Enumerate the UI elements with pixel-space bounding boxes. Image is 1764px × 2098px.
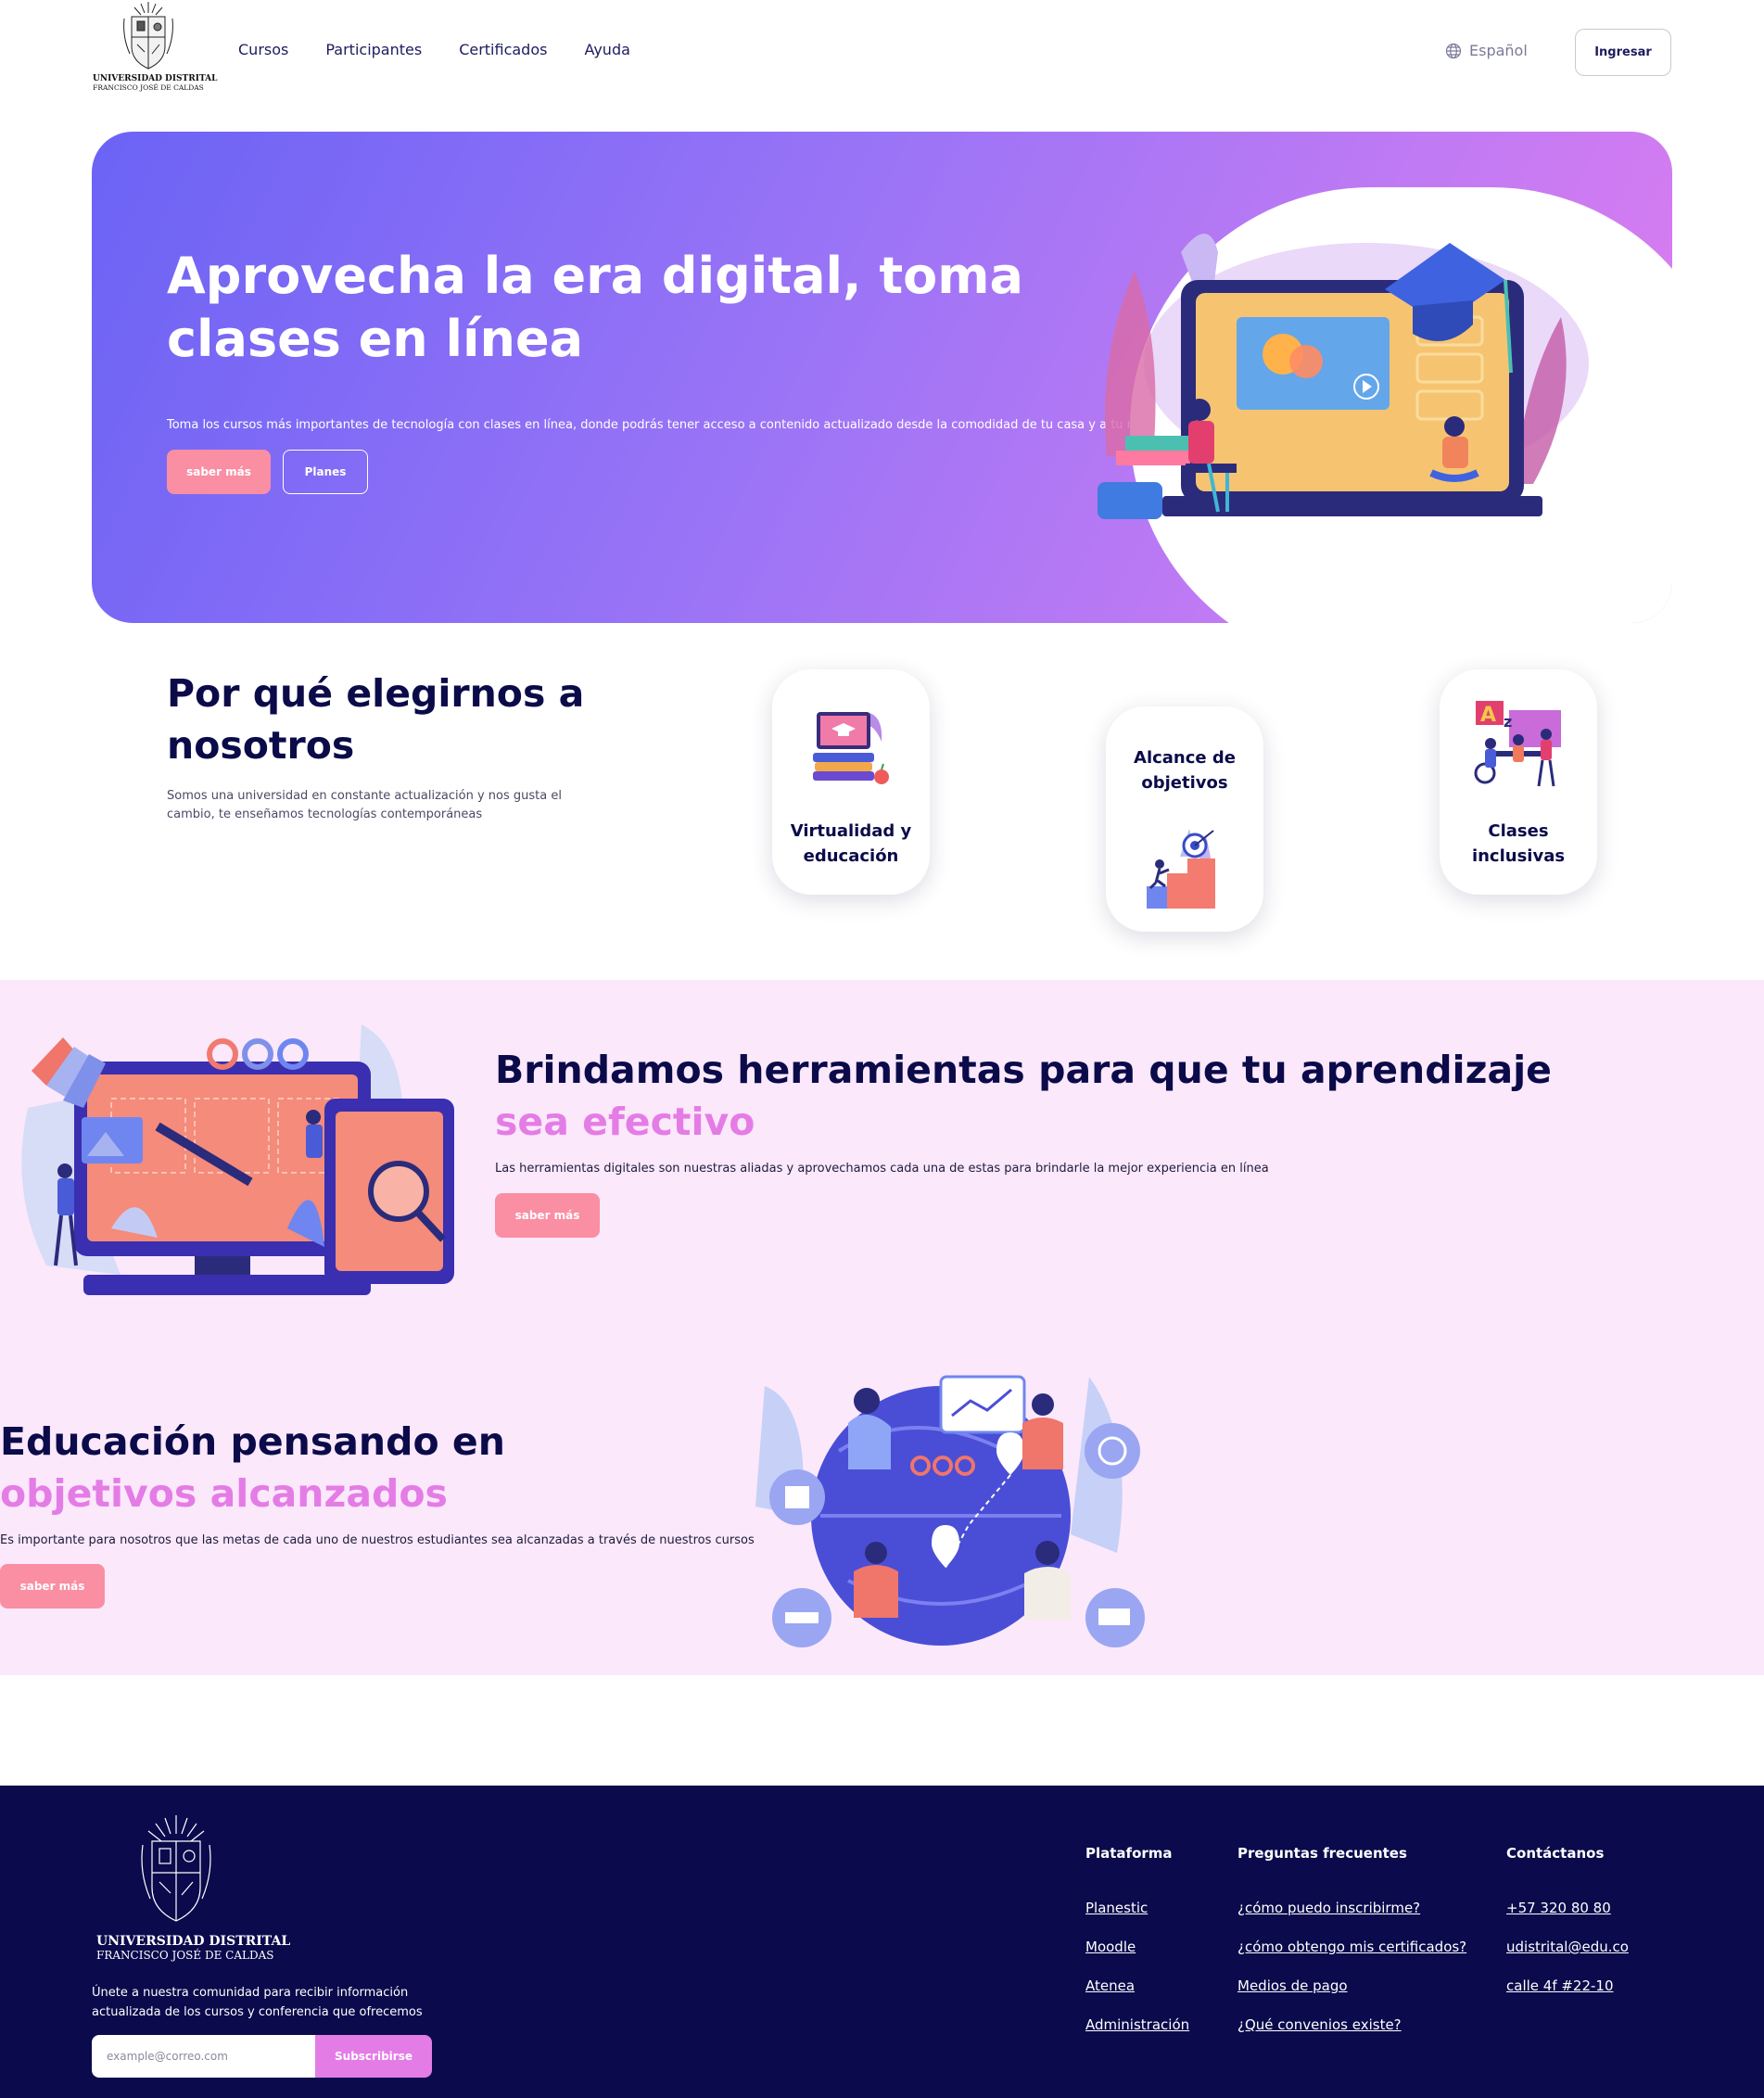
globe-icon	[1445, 43, 1462, 58]
site-footer: UNIVERSIDAD DISTRITAL FRANCISCO JOSÉ DE …	[0, 1786, 1764, 2098]
crest-icon	[141, 1815, 211, 1922]
footer-link-phone[interactable]: +57 320 80 80	[1506, 1899, 1629, 1918]
language-label: Español	[1469, 42, 1528, 59]
footer-column-title: Preguntas frecuentes	[1237, 1845, 1407, 1862]
why-us-subtitle: Somos una universidad en constante actua…	[167, 789, 562, 821]
tools-title: Brindamos herramientas para que tu apren…	[495, 1048, 1552, 1092]
nav-link-cursos[interactable]: Cursos	[238, 41, 288, 58]
global-goals-illustration	[755, 1375, 1145, 1647]
top-navigation: UNIVERSIDAD DISTRITAL FRANCISCO JOSÉ DE …	[0, 0, 1764, 105]
subscribe-button[interactable]: Subscribirse	[315, 2035, 432, 2078]
feature-card-label: Virtualidad y educación	[790, 821, 912, 866]
feature-card-label: Alcance de objetivos	[1134, 748, 1236, 793]
feature-card-inclusivas[interactable]: A z Clases inclusivas	[1440, 669, 1597, 895]
newsletter-email-input[interactable]	[92, 2035, 316, 2078]
footer-column-faq: Preguntas frecuentes ¿cómo puedo inscrib…	[1237, 1845, 1466, 2054]
online-class-illustration	[1098, 234, 1589, 519]
login-button[interactable]: Ingresar	[1575, 29, 1671, 76]
footer-link-email[interactable]: udistrital@edu.co	[1506, 1938, 1629, 1957]
feature-card-label: Clases inclusivas	[1471, 821, 1566, 866]
hero-learn-more-button[interactable]: saber más	[167, 450, 271, 494]
svg-text:A: A	[1480, 704, 1496, 727]
tools-learn-more-button[interactable]: saber más	[495, 1193, 600, 1238]
footer-link-planestic[interactable]: Planestic	[1085, 1899, 1189, 1918]
footer-link-administracion[interactable]: Administración	[1085, 2015, 1189, 2035]
goal-reach-icon	[1147, 829, 1215, 909]
learning-tools-illustration	[21, 1024, 454, 1295]
footer-logo-title: UNIVERSIDAD DISTRITAL	[96, 1934, 291, 1949]
feature-card-objetivos[interactable]: Alcance de objetivos	[1106, 706, 1263, 932]
language-selector[interactable]: Español	[1445, 42, 1528, 59]
footer-column-title: Plataforma	[1085, 1845, 1173, 1862]
footer-link-atenea[interactable]: Atenea	[1085, 1977, 1189, 1996]
online-education-icon	[813, 712, 889, 784]
footer-link-certificados[interactable]: ¿cómo obtengo mis certificados?	[1237, 1938, 1466, 1957]
svg-text:z: z	[1504, 713, 1512, 731]
logo-subtitle: FRANCISCO JOSÉ DE CALDAS	[93, 83, 204, 92]
hero-subtitle: Toma los cursos más importantes de tecno…	[167, 418, 1160, 432]
why-us-title: Por qué elegirnos a nosotros	[167, 671, 585, 768]
nav-link-certificados[interactable]: Certificados	[459, 41, 547, 58]
footer-column-platform: Plataforma Planestic Moodle Atenea Admin…	[1085, 1845, 1189, 2054]
inclusive-class-icon: A z	[1474, 701, 1561, 787]
footer-link-inscripcion[interactable]: ¿cómo puedo inscribirme?	[1237, 1899, 1466, 1918]
goals-learn-more-button[interactable]: saber más	[0, 1564, 105, 1608]
footer-link-moodle[interactable]: Moodle	[1085, 1938, 1189, 1957]
nav-links: Cursos Participantes Certificados Ayuda	[238, 41, 667, 58]
hero-title: Aprovecha la era digital, toma clases en…	[167, 247, 1023, 368]
footer-link-address[interactable]: calle 4f #22-10	[1506, 1977, 1629, 1996]
footer-column-contact: Contáctanos +57 320 80 80 udistrital@edu…	[1506, 1845, 1629, 2015]
crest-icon	[123, 2, 173, 70]
footer-logo[interactable]: UNIVERSIDAD DISTRITAL FRANCISCO JOSÉ DE …	[96, 1813, 291, 1962]
hero-plans-button[interactable]: Planes	[283, 450, 368, 494]
goals-title-highlight: objetivos alcanzados	[0, 1471, 448, 1516]
footer-link-convenios[interactable]: ¿Qué convenios existe?	[1237, 2015, 1466, 2035]
footer-column-title: Contáctanos	[1506, 1845, 1605, 1862]
tools-text: Las herramientas digitales son nuestras …	[495, 1162, 1269, 1176]
footer-link-medios-pago[interactable]: Medios de pago	[1237, 1977, 1466, 1996]
goals-title: Educación pensando en	[0, 1419, 505, 1464]
logo-title: UNIVERSIDAD DISTRITAL	[93, 74, 218, 83]
newsletter-text: Únete a nuestra comunidad para recibir i…	[92, 1986, 423, 2019]
hero-banner: Aprovecha la era digital, toma clases en…	[92, 132, 1672, 623]
university-logo[interactable]: UNIVERSIDAD DISTRITAL FRANCISCO JOSÉ DE …	[93, 0, 218, 100]
feature-card-virtualidad[interactable]: Virtualidad y educación	[772, 669, 930, 895]
nav-link-ayuda[interactable]: Ayuda	[584, 41, 629, 58]
nav-link-participantes[interactable]: Participantes	[325, 41, 422, 58]
footer-logo-subtitle: FRANCISCO JOSÉ DE CALDAS	[96, 1949, 274, 1962]
goals-text: Es importante para nosotros que las meta…	[0, 1533, 755, 1547]
tools-title-highlight: sea efectivo	[495, 1100, 755, 1144]
